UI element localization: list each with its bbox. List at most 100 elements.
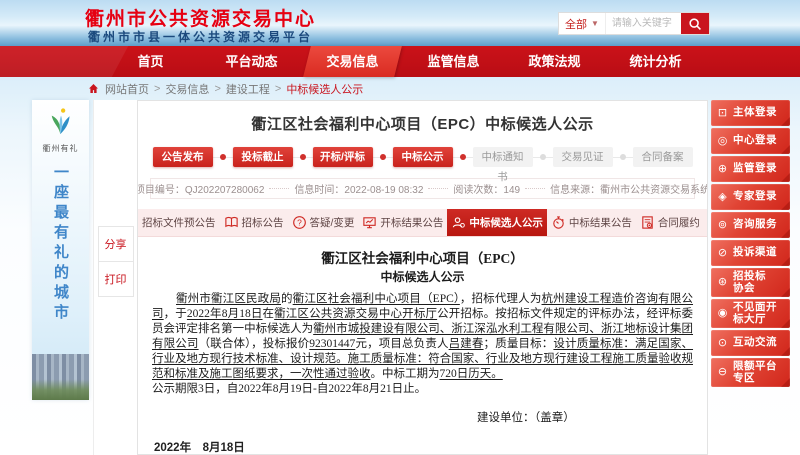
notice-period-line: 公示期限3日，自2022年8月19日-自2022年8月21日止。: [152, 382, 693, 397]
contract-icon: [640, 215, 655, 230]
print-button[interactable]: 打印: [98, 261, 134, 297]
step-dot: [460, 154, 466, 160]
sidebar-button-label: 咨询服务: [733, 219, 777, 231]
subject-login-icon: ⊡: [716, 107, 729, 120]
paragraph-segment: ，于: [164, 308, 187, 320]
step-6: 合同备案: [633, 147, 693, 167]
bidding-association-button[interactable]: ⊛ 招投标 协会: [711, 268, 790, 297]
site-title: 衢州市公共资源交易中心: [85, 4, 316, 31]
nav-item-5[interactable]: 统计分析: [605, 46, 706, 77]
breadcrumb-item-1[interactable]: 交易信息: [165, 81, 209, 97]
tab-label: 中标候选人公示: [469, 215, 543, 230]
dotted-leader: [428, 188, 448, 189]
remote-bid-opening-hall-icon: ◉: [716, 307, 729, 320]
tab-winning-results[interactable]: 中标结果公告: [547, 209, 636, 236]
tab-bid-opening-results[interactable]: 开标结果公告: [358, 209, 447, 236]
subject-login-button[interactable]: ⊡主体登录: [711, 100, 790, 126]
breadcrumb: 网站首页>交易信息>建设工程>中标候选人公示: [0, 77, 800, 100]
paragraph-segment: ；质量目标：: [484, 338, 554, 350]
book-icon: [224, 215, 239, 230]
chevron-down-icon: ▼: [591, 19, 599, 28]
construction-unit-line: 建设单位：（盖章）: [477, 409, 693, 425]
site-subtitle: 衢州市市县一体公共资源交易平台: [88, 28, 313, 45]
tab-label: 中标结果公告: [569, 215, 632, 230]
nav-item-2[interactable]: 交易信息: [302, 46, 403, 77]
home-icon: [88, 83, 105, 94]
search-category-select[interactable]: 全部 ▼: [559, 13, 606, 34]
search-icon: [688, 17, 702, 31]
meta-item-1: 信息时间：2022-08-19 08:32: [291, 181, 426, 196]
breadcrumb-item-2[interactable]: 建设工程: [226, 81, 270, 97]
main-nav: 首页平台动态交易信息监管信息政策法规统计分析: [0, 46, 800, 77]
paragraph-segment: 。中标工期为: [371, 368, 440, 380]
nav-item-0[interactable]: 首页: [100, 46, 201, 77]
paragraph-segment: 衢州市衢江区民政局: [176, 293, 281, 305]
paragraph-segment: 92301447: [309, 338, 355, 350]
expert-login-icon: ◈: [716, 191, 729, 204]
page: 衢州市公共资源交易中心 衢州市市县一体公共资源交易平台 全部 ▼ 首页平台动态交…: [0, 0, 800, 455]
tab-tender-announcement[interactable]: 招标公告: [220, 209, 288, 236]
consulting-service-button[interactable]: ⊚ 咨询服务: [711, 212, 790, 238]
left-promo-banner: 衢州有礼 一座最有礼的城市: [32, 100, 89, 400]
main-panel: 衢江区社会福利中心项目（EPC）中标候选人公示 公告发布投标截止开标/评标中标公…: [137, 100, 708, 455]
center-login-button[interactable]: ◎ 中心登录: [711, 128, 790, 154]
tab-label: 招标公告: [242, 215, 284, 230]
right-sidebar: ⊡主体登录 ◎ 中心登录 ⊕监管登录 ◈ 专家登录 ⊚ 咨询服务 ⊘投诉渠道 ⊛ 招投标 协会 ◉ 不见…: [711, 100, 790, 387]
meta-bar: 项目编号：QJ202207280062信息时间：2022-08-19 08:32…: [150, 178, 695, 199]
step-dot: [220, 154, 226, 160]
sidebar-button-label: 招投标 协会: [733, 271, 766, 294]
date-line: 2022年 8月18日: [154, 439, 693, 455]
step-dot: [300, 154, 306, 160]
sidebar-button-label: 专家登录: [733, 191, 777, 203]
tab-qa-changes[interactable]: ? 答疑/变更: [288, 209, 359, 236]
paragraph-segment: 的: [281, 293, 293, 305]
step-dot: [380, 154, 386, 160]
sidebar-button-label: 中心登录: [733, 135, 777, 147]
tab-label: 答疑/变更: [310, 215, 355, 230]
paragraph-segment: 2022年8月18日: [187, 308, 263, 320]
sidebar-button-label: 投诉渠道: [733, 247, 777, 259]
nav-item-1[interactable]: 平台动态: [201, 46, 302, 77]
interactive-exchange-icon: ⊙: [716, 337, 729, 350]
nav-item-3[interactable]: 监管信息: [403, 46, 504, 77]
paragraph-segment: 720日历天。: [440, 368, 503, 380]
center-login-icon: ◎: [716, 135, 729, 148]
interactive-exchange-button[interactable]: ⊙互动交流: [711, 330, 790, 356]
remote-bid-opening-hall-button[interactable]: ◉ 不见面开 标大厅: [711, 299, 790, 328]
regulator-login-button[interactable]: ⊕监管登录: [711, 156, 790, 182]
tab-prequalification-notice[interactable]: 招标文件预公告: [138, 209, 220, 236]
city-photo: [32, 354, 89, 400]
search-button[interactable]: [681, 13, 709, 34]
paragraph-segment: 元，项目总负责人: [355, 338, 448, 350]
bidding-association-icon: ⊛: [716, 276, 729, 289]
nav-item-4[interactable]: 政策法规: [504, 46, 605, 77]
search-input[interactable]: [606, 13, 681, 34]
expert-login-button[interactable]: ◈ 专家登录: [711, 184, 790, 210]
breadcrumb-item-0[interactable]: 网站首页: [105, 81, 149, 97]
complaint-channel-button[interactable]: ⊘投诉渠道: [711, 240, 790, 266]
svg-text:?: ?: [297, 217, 302, 227]
share-button[interactable]: 分享: [98, 226, 134, 262]
paragraph-segment: 衢江区公共资源交易中心开标厅: [274, 308, 437, 320]
tab-label: 合同履约: [658, 215, 700, 230]
paragraph-segment: 吕建春: [449, 338, 484, 350]
tab-project-map[interactable]: 项目地图: [704, 209, 708, 236]
sidebar-button-label: 监管登录: [733, 163, 777, 175]
paragraph-segment: 衢江区社会福利中心项目（EPC）: [293, 293, 460, 305]
dotted-leader: [269, 188, 289, 189]
tab-contract-performance[interactable]: 合同履约: [636, 209, 704, 236]
search-bar: 全部 ▼: [558, 12, 710, 35]
tab-winning-candidates[interactable]: 中标候选人公示: [447, 209, 547, 236]
screen-icon: [362, 215, 377, 230]
quota-platform-zone-button[interactable]: ⊖限额平台 专区: [711, 358, 790, 387]
person-icon: [451, 215, 466, 230]
paragraph-segment: 在: [263, 308, 275, 320]
consulting-service-icon: ⊚: [716, 219, 729, 232]
step-dot: [540, 154, 546, 160]
sidebar-button-label: 限额平台 专区: [733, 361, 777, 384]
document-title: 衢江区社会福利中心项目（EPC）: [152, 247, 693, 267]
breadcrumb-separator: >: [275, 83, 281, 95]
paragraph-segment: ，招标代理人为: [460, 293, 542, 305]
sidebar-button-label: 不见面开 标大厅: [733, 302, 777, 325]
search-category-value: 全部: [565, 16, 587, 32]
